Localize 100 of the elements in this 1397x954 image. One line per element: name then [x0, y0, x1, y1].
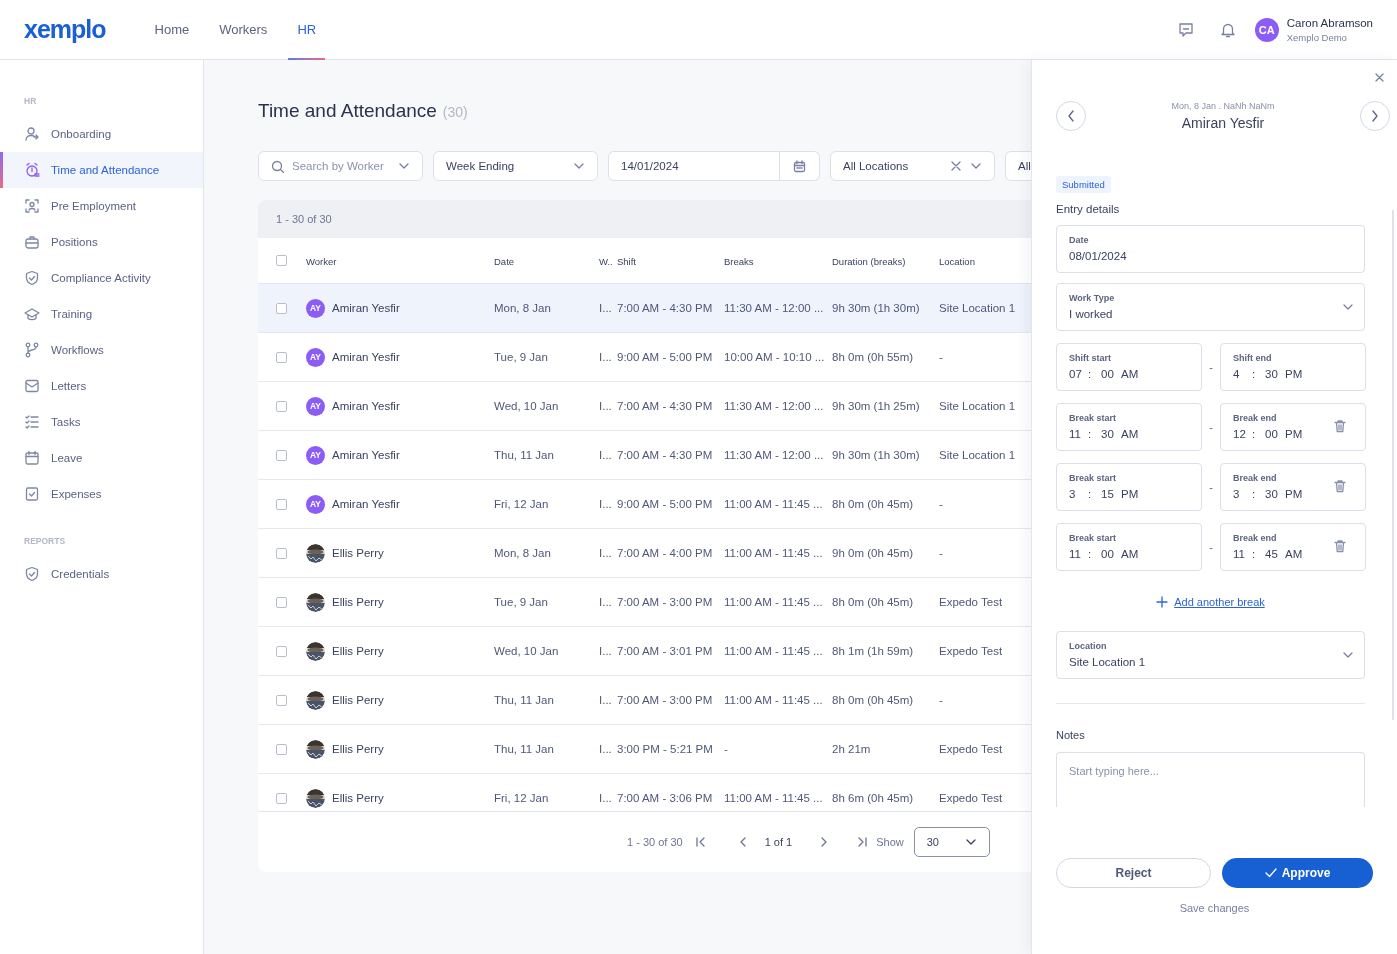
entry-summary: Mon, 8 Jan . NaNh NaNm: [1171, 101, 1275, 111]
search-icon: [271, 159, 284, 173]
filter-dropdown[interactable]: All: [1005, 151, 1031, 181]
time-field[interactable]: Break end 11 : 45 AM: [1220, 523, 1366, 571]
work-type-dropdown[interactable]: Work Type I worked: [1056, 283, 1365, 331]
chat-icon[interactable]: [1176, 20, 1195, 39]
sidebar-item[interactable]: Letters: [0, 368, 203, 404]
time-field[interactable]: Shift start 07 : 00 AM: [1056, 343, 1202, 391]
time-field[interactable]: Break start 11 : 00 AM: [1056, 523, 1202, 571]
table-cell: 9:00 AM - 5:00 PM: [617, 351, 713, 363]
column-header[interactable]: Shift: [617, 254, 724, 267]
worker-name: Amiran Yesfir: [332, 498, 400, 510]
trash-icon: [1333, 539, 1347, 553]
time-field[interactable]: Break start 3 : 15 PM: [1056, 463, 1202, 511]
checkbox[interactable]: [276, 498, 287, 510]
table-cell: I...: [599, 400, 612, 412]
table-cell: I...: [599, 547, 612, 559]
delete-button[interactable]: [1333, 479, 1347, 493]
person-frame-icon: [24, 198, 40, 214]
location-dropdown[interactable]: Location Site Location 1: [1056, 631, 1365, 679]
time-field[interactable]: Break end 3 : 30 PM: [1220, 463, 1366, 511]
table-cell: -: [939, 498, 943, 510]
table-cell: 11:30 AM - 12:00 ...: [724, 400, 824, 412]
sidebar-item[interactable]: Training: [0, 296, 203, 332]
table-cell: I...: [599, 498, 612, 510]
column-header[interactable]: W..: [599, 254, 617, 267]
nav-tab[interactable]: HR: [282, 0, 332, 59]
table-cell: 11:00 AM - 11:45 ...: [724, 645, 823, 657]
checkbox[interactable]: [276, 792, 287, 804]
column-header[interactable]: Breaks: [724, 254, 832, 267]
checkbox[interactable]: [276, 645, 287, 657]
date-field[interactable]: 14/01/2024: [608, 151, 780, 181]
column-header[interactable]: Location: [939, 254, 1031, 267]
logo[interactable]: xemplo: [24, 15, 106, 44]
checkbox[interactable]: [276, 596, 287, 608]
previous-entry-button[interactable]: [1056, 101, 1086, 131]
trash-icon: [1333, 419, 1347, 433]
approve-button[interactable]: Approve: [1222, 858, 1373, 888]
user-avatar[interactable]: CA: [1254, 17, 1279, 42]
time-field[interactable]: Shift end 4 : 30 PM: [1220, 343, 1366, 391]
delete-button[interactable]: [1333, 419, 1347, 433]
table-cell: 9h 0m (0h 45m): [832, 547, 914, 559]
checkbox[interactable]: [276, 400, 287, 412]
table-cell: Tue, 9 Jan: [494, 596, 548, 608]
column-header[interactable]: Worker: [306, 254, 494, 267]
sidebar-item[interactable]: Expenses: [0, 476, 203, 512]
envelope-icon: [24, 378, 40, 394]
table-cell: -: [939, 694, 943, 706]
range-dash: -: [1208, 481, 1214, 493]
column-header[interactable]: Duration (breaks): [832, 254, 939, 267]
nav-tab[interactable]: Home: [139, 0, 205, 59]
filter-dropdown[interactable]: All Locations: [830, 151, 995, 181]
page-size-dropdown[interactable]: 30: [913, 827, 990, 857]
checkbox[interactable]: [276, 449, 287, 461]
section-heading: REPORTS: [23, 536, 67, 546]
nav-tab[interactable]: Workers: [204, 0, 283, 59]
calendar-icon: [793, 159, 806, 173]
next-entry-button[interactable]: [1360, 101, 1390, 131]
time-field[interactable]: Break start 11 : 30 AM: [1056, 403, 1202, 451]
calendar-icon: [24, 450, 40, 466]
sidebar-item[interactable]: Positions: [0, 224, 203, 260]
worker-name: Ellis Perry: [332, 645, 384, 657]
sidebar-item[interactable]: Compliance Activity: [0, 260, 203, 296]
sidebar-item[interactable]: Credentials: [0, 556, 203, 592]
result-range: 1 - 30 of 30: [276, 213, 332, 225]
worker-avatar: AY: [306, 298, 325, 318]
briefcase-icon: [24, 234, 40, 250]
delete-button[interactable]: [1333, 539, 1347, 553]
table-cell: Site Location 1: [939, 449, 1016, 461]
checkbox[interactable]: [276, 255, 287, 266]
checkbox[interactable]: [276, 694, 287, 706]
close-button[interactable]: [1374, 72, 1385, 83]
alarm-clock-icon: [24, 162, 40, 178]
checklist-icon: [24, 414, 40, 430]
calendar-button[interactable]: [780, 151, 820, 181]
range-dash: -: [1208, 361, 1214, 373]
table-cell: Tue, 9 Jan: [494, 351, 548, 363]
column-header[interactable]: Date: [494, 254, 599, 267]
sidebar-item[interactable]: Workflows: [0, 332, 203, 368]
checkbox[interactable]: [276, 547, 287, 559]
sidebar-item[interactable]: Leave: [0, 440, 203, 476]
table-cell: -: [939, 547, 943, 559]
save-changes-link[interactable]: Save changes: [1179, 902, 1250, 914]
table-cell: 8h 0m (0h 45m): [832, 596, 914, 608]
date-field[interactable]: Date 08/01/2024: [1056, 225, 1365, 273]
table-cell: Thu, 11 Jan: [494, 449, 554, 461]
sidebar-item[interactable]: Time and Attendance: [0, 152, 203, 188]
sidebar-item[interactable]: Onboarding: [0, 116, 203, 152]
filter-dropdown[interactable]: Week Ending: [433, 151, 598, 181]
checkbox[interactable]: [276, 351, 287, 363]
checkbox[interactable]: [276, 743, 287, 755]
table-cell: 7:00 AM - 4:30 PM: [617, 449, 713, 461]
reject-button[interactable]: Reject: [1056, 858, 1211, 888]
sidebar-item[interactable]: Tasks: [0, 404, 203, 440]
add-break-link[interactable]: Add another break: [1174, 596, 1265, 608]
table-cell: 7:00 AM - 3:06 PM: [617, 792, 713, 804]
table-row[interactable]: AY Amiran Yesfir Mon, 8 Jan I... 7:00 AM - 4:30 PM 11:30 AM - 12:00 ... 9h 30m (1h 30m) Site Location 1: [258, 284, 1031, 333]
time-field[interactable]: Break end 12 : 00 PM: [1220, 403, 1366, 451]
checkbox[interactable]: [276, 302, 287, 314]
sidebar-item[interactable]: Pre Employment: [0, 188, 203, 224]
